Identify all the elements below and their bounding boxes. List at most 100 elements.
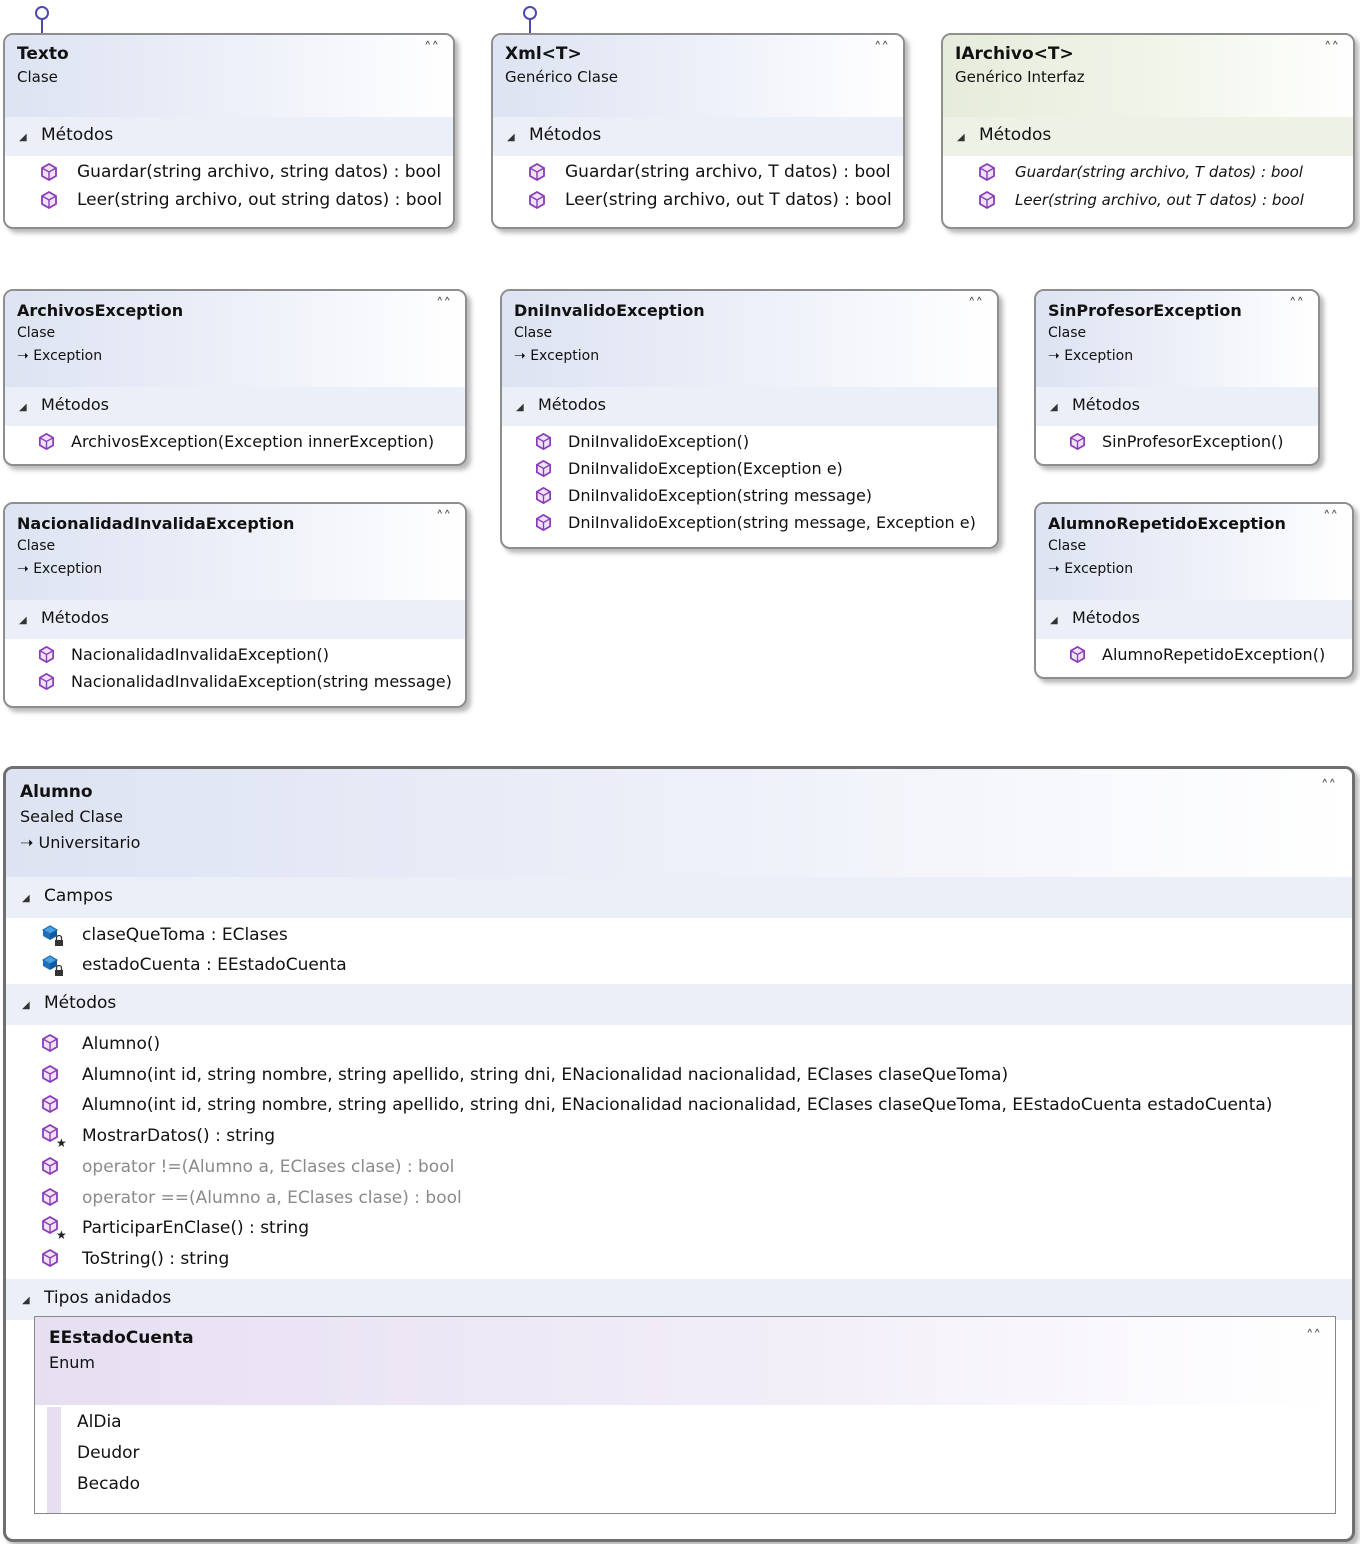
enum-value[interactable]: Becado: [61, 1469, 1335, 1500]
class-header: DniInvalidoException Clase ➝ Exception ˄…: [502, 291, 997, 387]
section-header-nested-types[interactable]: ◢ Tipos anidados: [6, 1278, 1352, 1320]
interface-lollipop-icon: [523, 6, 537, 20]
class-header: Alumno Sealed Clase ➝ Universitario ˄˄: [6, 769, 1352, 877]
interface-box-iarchivo[interactable]: IArchivo<T> Genérico Interfaz ˄˄ ◢ Método…: [941, 33, 1355, 229]
arrow-inherit-icon: ➝: [17, 348, 34, 364]
enum-value[interactable]: Deudor: [61, 1438, 1335, 1469]
method-row[interactable]: Guardar(string archivo, T datos) : bool: [943, 158, 1353, 186]
section-header-methods[interactable]: ◢ Métodos: [5, 600, 465, 639]
method-cube-icon: [529, 191, 545, 209]
method-row[interactable]: DniInvalidoException(string message, Exc…: [502, 509, 997, 536]
base-class: ➝ Exception: [17, 348, 103, 364]
method-row[interactable]: Leer(string archivo, out string datos) :…: [5, 186, 453, 214]
method-row[interactable]: ★ MostrarDatos() : string: [6, 1121, 1352, 1152]
class-header: Xml<T> Genérico Clase ˄˄: [493, 35, 903, 117]
class-name: Alumno: [20, 782, 93, 802]
double-chevron-up-icon[interactable]: ˄˄: [436, 510, 451, 525]
class-header: NacionalidadInvalidaException Clase ➝ Ex…: [5, 504, 465, 600]
method-cube-icon: [38, 646, 55, 663]
class-kind: Clase: [1048, 325, 1087, 341]
expand-triangle-icon[interactable]: ◢: [516, 395, 526, 421]
enum-box-eestadocuenta[interactable]: EEstadoCuenta Enum ˄˄ AlDia Deudor Becad…: [34, 1316, 1336, 1514]
expand-triangle-icon[interactable]: ◢: [22, 1288, 32, 1314]
method-row[interactable]: operator ==(Alumno a, EClases clase) : b…: [6, 1183, 1352, 1214]
private-field-icon: [41, 925, 63, 946]
double-chevron-up-icon[interactable]: ˄˄: [968, 297, 983, 312]
section-header-methods[interactable]: ◢ Métodos: [1036, 387, 1318, 426]
method-row[interactable]: Leer(string archivo, out T datos) : bool: [943, 186, 1353, 214]
base-class: ➝ Exception: [1048, 561, 1134, 577]
svg-text:★: ★: [56, 1228, 66, 1242]
method-row[interactable]: DniInvalidoException(string message): [502, 482, 997, 509]
expand-triangle-icon[interactable]: ◢: [957, 125, 967, 151]
method-row[interactable]: Alumno(int id, string nombre, string ape…: [6, 1090, 1352, 1121]
class-name: Texto: [17, 44, 69, 64]
section-header-methods[interactable]: ◢ Métodos: [6, 984, 1352, 1025]
double-chevron-up-icon[interactable]: ˄˄: [1306, 1329, 1321, 1344]
class-box-archivos-exception[interactable]: ArchivosException Clase ➝ Exception ˄˄ ◢…: [3, 289, 467, 466]
double-chevron-up-icon[interactable]: ˄˄: [436, 297, 451, 312]
method-row[interactable]: Leer(string archivo, out T datos) : bool: [493, 186, 903, 214]
class-name: Xml<T>: [505, 44, 582, 64]
expand-triangle-icon[interactable]: ◢: [507, 125, 517, 151]
expand-triangle-icon[interactable]: ◢: [19, 395, 29, 421]
double-chevron-up-icon[interactable]: ˄˄: [874, 41, 889, 56]
method-cube-icon: [979, 191, 995, 209]
class-box-alumno-repetido-exception[interactable]: AlumnoRepetidoException Clase ➝ Exceptio…: [1034, 502, 1354, 679]
double-chevron-up-icon[interactable]: ˄˄: [1323, 510, 1338, 525]
method-row[interactable]: SinProfesorException(): [1036, 428, 1318, 455]
method-cube-icon: [535, 433, 552, 450]
class-box-sin-profesor-exception[interactable]: SinProfesorException Clase ➝ Exception ˄…: [1034, 289, 1320, 466]
double-chevron-up-icon[interactable]: ˄˄: [1289, 297, 1304, 312]
method-row[interactable]: ★ ParticiparEnClase() : string: [6, 1213, 1352, 1244]
section-header-methods[interactable]: ◢ Métodos: [5, 387, 465, 426]
class-box-texto[interactable]: Texto Clase ˄˄ ◢ Métodos Guardar(string a…: [3, 33, 455, 229]
expand-triangle-icon[interactable]: ◢: [19, 125, 29, 151]
method-cube-icon: [42, 1187, 58, 1206]
section-header-methods[interactable]: ◢ Métodos: [493, 117, 903, 156]
section-header-methods[interactable]: ◢ Métodos: [5, 117, 453, 156]
field-row[interactable]: claseQueToma : EClases: [6, 920, 1352, 950]
method-row[interactable]: DniInvalidoException(Exception e): [502, 455, 997, 482]
class-header: ArchivosException Clase ➝ Exception ˄˄: [5, 291, 465, 387]
section-header-methods[interactable]: ◢ Métodos: [1036, 600, 1352, 639]
method-row[interactable]: operator !=(Alumno a, EClases clase) : b…: [6, 1152, 1352, 1183]
class-kind: Clase: [17, 68, 58, 86]
class-kind: Clase: [17, 538, 56, 554]
double-chevron-up-icon[interactable]: ˄˄: [1324, 41, 1339, 56]
expand-triangle-icon[interactable]: ◢: [1050, 608, 1060, 634]
method-row[interactable]: DniInvalidoException(): [502, 428, 997, 455]
class-name: DniInvalidoException: [514, 301, 705, 320]
method-cube-icon: [979, 163, 995, 181]
class-kind: Clase: [1048, 538, 1087, 554]
method-row[interactable]: AlumnoRepetidoException(): [1036, 641, 1352, 668]
private-field-icon: [41, 955, 63, 976]
class-header: AlumnoRepetidoException Clase ➝ Exceptio…: [1036, 504, 1352, 600]
method-row[interactable]: NacionalidadInvalidaException(): [5, 641, 465, 668]
section-header-methods[interactable]: ◢ Métodos: [943, 117, 1353, 156]
method-row[interactable]: Alumno(int id, string nombre, string ape…: [6, 1060, 1352, 1091]
expand-triangle-icon[interactable]: ◢: [19, 608, 29, 634]
expand-triangle-icon[interactable]: ◢: [22, 886, 32, 912]
method-row[interactable]: Guardar(string archivo, T datos) : bool: [493, 158, 903, 186]
expand-triangle-icon[interactable]: ◢: [22, 993, 32, 1019]
expand-triangle-icon[interactable]: ◢: [1050, 395, 1060, 421]
method-row[interactable]: Guardar(string archivo, string datos) : …: [5, 158, 453, 186]
double-chevron-up-icon[interactable]: ˄˄: [1321, 779, 1336, 794]
enum-value[interactable]: AlDia: [61, 1407, 1335, 1438]
method-row[interactable]: ToString() : string: [6, 1244, 1352, 1275]
method-row[interactable]: Alumno(): [6, 1029, 1352, 1060]
base-class: ➝ Exception: [514, 348, 600, 364]
method-row[interactable]: ArchivosException(Exception innerExcepti…: [5, 428, 465, 455]
class-box-xml[interactable]: Xml<T> Genérico Clase ˄˄ ◢ Métodos Guarda…: [491, 33, 905, 229]
method-row[interactable]: NacionalidadInvalidaException(string mes…: [5, 668, 465, 695]
section-header-fields[interactable]: ◢ Campos: [6, 877, 1352, 918]
double-chevron-up-icon[interactable]: ˄˄: [424, 41, 439, 56]
field-row[interactable]: estadoCuenta : EEstadoCuenta: [6, 950, 1352, 980]
class-name: AlumnoRepetidoException: [1048, 514, 1286, 533]
svg-text:★: ★: [56, 1136, 66, 1150]
class-header: Texto Clase ˄˄: [5, 35, 453, 117]
section-header-methods[interactable]: ◢ Métodos: [502, 387, 997, 426]
class-box-nacionalidad-invalida-exception[interactable]: NacionalidadInvalidaException Clase ➝ Ex…: [3, 502, 467, 708]
class-box-dni-invalido-exception[interactable]: DniInvalidoException Clase ➝ Exception ˄…: [500, 289, 999, 549]
